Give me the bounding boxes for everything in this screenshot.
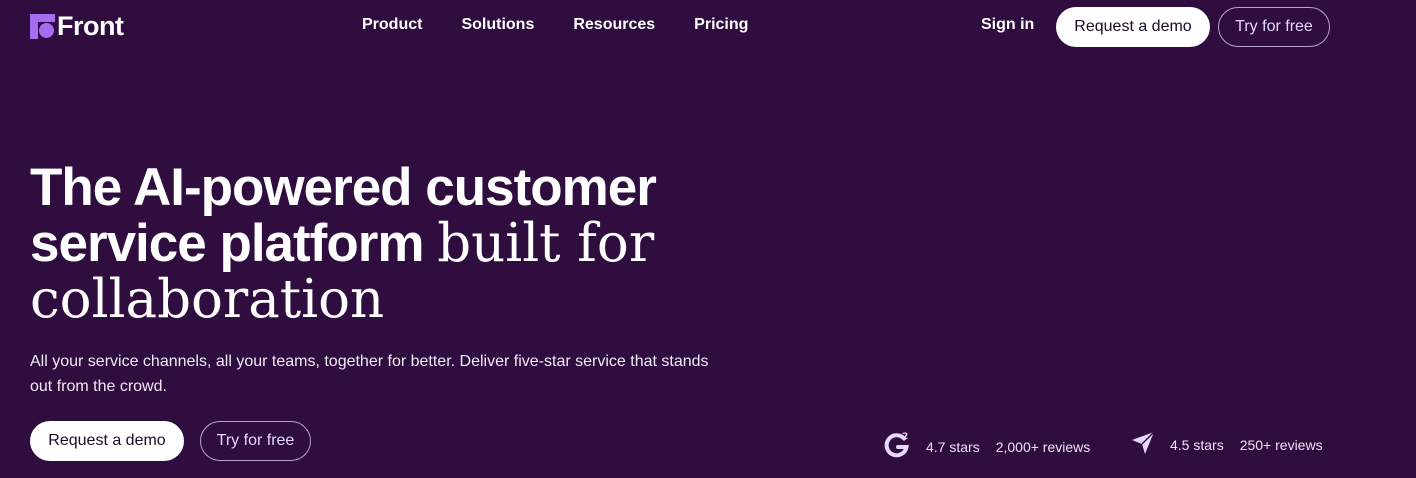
sign-in-link[interactable]: Sign in — [981, 16, 1034, 34]
hero-subtitle: All your service channels, all your team… — [30, 353, 709, 395]
g2-reviews: 2,000+ reviews — [995, 438, 1091, 455]
capterra-rating: 4.5 stars 250+ reviews — [1130, 430, 1323, 459]
hero-heading-serif-1: built for — [437, 213, 655, 274]
capterra-stars: 4.5 stars — [1170, 436, 1224, 453]
hero-try-free-button[interactable]: Try for free — [200, 421, 311, 461]
svg-text:2: 2 — [902, 432, 908, 442]
front-logo[interactable]: Front — [30, 11, 124, 41]
capterra-icon — [1130, 430, 1156, 459]
nav-try-free-button[interactable]: Try for free — [1218, 7, 1330, 47]
g2-rating: 2 4.7 stars 2,000+ reviews — [884, 430, 1090, 463]
g2-icon: 2 — [884, 430, 912, 463]
front-logo-icon — [30, 14, 55, 39]
g2-stars: 4.7 stars — [926, 438, 980, 455]
hero-heading: The AI-powered customer service platform… — [30, 160, 730, 328]
front-logo-wordmark: Front — [57, 11, 124, 41]
nav-solutions[interactable]: Solutions — [461, 16, 534, 34]
hero-heading-serif-2: collaboration — [30, 269, 385, 330]
hero-request-demo-button[interactable]: Request a demo — [30, 421, 184, 461]
nav-resources[interactable]: Resources — [573, 16, 655, 34]
main-menu: Product Solutions Resources Pricing — [362, 16, 748, 34]
nav-request-demo-button[interactable]: Request a demo — [1056, 7, 1210, 47]
nav-product[interactable]: Product — [362, 16, 422, 34]
nav-pricing[interactable]: Pricing — [694, 16, 748, 34]
capterra-reviews: 250+ reviews — [1239, 436, 1323, 453]
top-navigation: Front Product Solutions Resources Pricin… — [0, 0, 1416, 54]
